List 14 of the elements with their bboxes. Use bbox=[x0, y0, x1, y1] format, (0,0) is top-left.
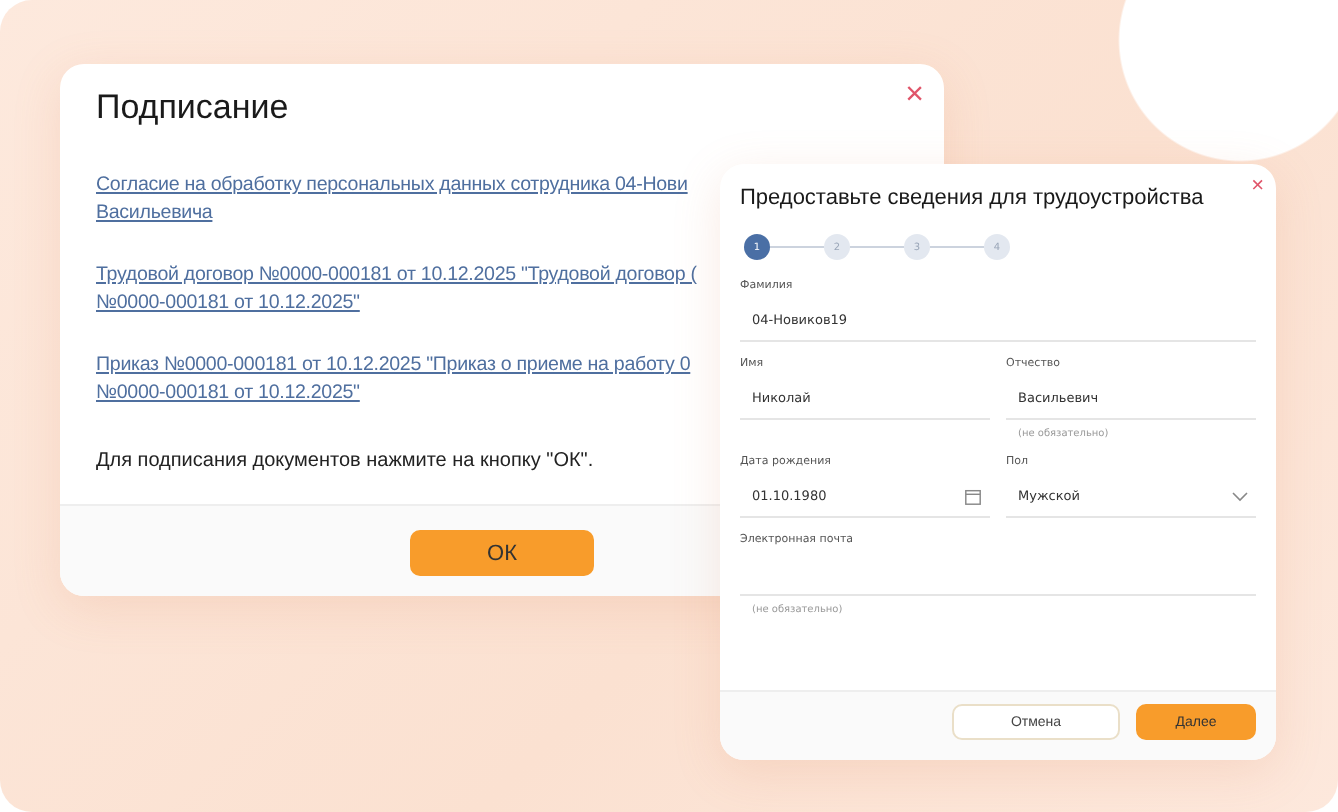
close-button[interactable]: × bbox=[905, 80, 924, 112]
instruction-text: Для подписания документов нажмите на кнопку "ОК". bbox=[96, 450, 594, 472]
document-link[interactable]: №0000-000181 от 10.12.2025" bbox=[96, 380, 360, 408]
ok-button[interactable]: ОК bbox=[410, 530, 594, 576]
document-link[interactable]: Трудовой договор №0000-000181 от 10.12.2025 "Трудовой договор ( bbox=[96, 262, 697, 290]
dialog-title: Подписание bbox=[96, 88, 291, 128]
close-button[interactable]: × bbox=[1251, 176, 1264, 198]
document-link[interactable]: Согласие на обработку персональных данных сотрудника 04-Нови bbox=[96, 172, 688, 200]
document-link[interactable]: Васильевича bbox=[96, 200, 213, 228]
document-link[interactable]: Приказ №0000-000181 от 10.12.2025 "Приказ о приеме на работу 0 bbox=[96, 352, 691, 380]
document-link[interactable]: №0000-000181 от 10.12.2025" bbox=[96, 290, 360, 318]
chevron-down-icon[interactable] bbox=[1232, 491, 1248, 501]
calendar-icon[interactable] bbox=[964, 487, 982, 505]
dialog-title: Предоставьте сведения для трудоустройства bbox=[740, 186, 1206, 210]
